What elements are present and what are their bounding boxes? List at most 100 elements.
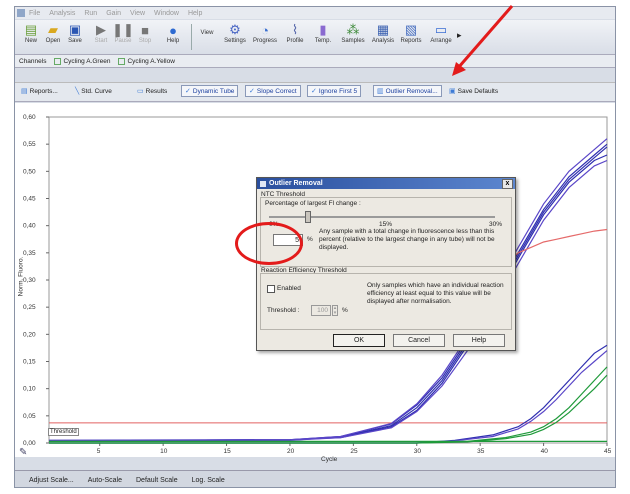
- y-tick-label: 0,10: [23, 386, 36, 393]
- x-tick-label: 40: [541, 448, 549, 455]
- menu-bar: File Analysis Run Gain View Window Help: [15, 7, 615, 19]
- toolbar-overflow-icon[interactable]: ▸: [457, 30, 462, 41]
- percent-unit: %: [307, 236, 313, 243]
- new-file-icon: ▤: [24, 22, 38, 37]
- dialog-icon: [260, 180, 266, 187]
- cancel-button[interactable]: Cancel: [393, 334, 445, 347]
- channels-bar: Channels Cycling A.Green Cycling A.Yello…: [15, 55, 615, 68]
- std-curve-action[interactable]: ╲ Std. Curve: [71, 85, 116, 97]
- enabled-checkbox[interactable]: [267, 285, 275, 293]
- x-tick-label: 20: [287, 448, 295, 455]
- analysis-button[interactable]: ▦ Analysis: [371, 22, 395, 44]
- reports-button[interactable]: ▧ Reports: [399, 22, 423, 44]
- ignore-first-action[interactable]: ✓ Ignore First 5: [307, 85, 362, 97]
- efficiency-description: Only samples which have an individual re…: [367, 282, 504, 305]
- x-tick-label: 35: [477, 448, 485, 455]
- progress-button[interactable]: ◔ Progress: [253, 22, 277, 45]
- tab-cycling-green[interactable]: Cycling A.Green: [54, 57, 110, 65]
- y-tick-label: 0,55: [23, 141, 36, 148]
- toggle-icon: ✓: [249, 88, 255, 95]
- y-tick-label: 0,30: [23, 277, 36, 284]
- y-tick-label: 0,05: [23, 413, 36, 420]
- profile-button[interactable]: ⌇ Profile: [283, 22, 307, 44]
- view-button[interactable]: View: [195, 30, 219, 36]
- auto-scale-button[interactable]: Auto-Scale: [88, 477, 122, 484]
- samples-icon: ⁂: [346, 22, 360, 37]
- dialog-title: Outlier Removal: [269, 180, 323, 187]
- settings-button[interactable]: ⚙ Settings: [223, 22, 247, 44]
- save-disk-icon: ▣: [68, 22, 82, 37]
- progress-icon: ◔: [261, 22, 269, 38]
- scale-bar: Adjust Scale... Auto-Scale Default Scale…: [15, 470, 615, 487]
- threshold-input[interactable]: 100: [311, 305, 331, 316]
- settings-icon: ⚙: [229, 22, 241, 37]
- x-axis-label: Cycle: [321, 456, 338, 463]
- save-disk-icon: ▣: [449, 88, 456, 95]
- adjust-scale-button[interactable]: Adjust Scale...: [29, 477, 74, 484]
- curve-icon: ╲: [75, 88, 80, 95]
- tab-cycling-yellow[interactable]: Cycling A.Yellow: [118, 57, 175, 65]
- ok-button[interactable]: OK: [333, 334, 385, 347]
- menu-run[interactable]: Run: [84, 10, 97, 17]
- channel-check-icon: [118, 57, 126, 65]
- reports-icon: ▤: [21, 88, 28, 95]
- y-tick-label: 0,15: [23, 359, 36, 366]
- close-icon[interactable]: x: [502, 179, 513, 189]
- new-button[interactable]: ▤ New: [19, 22, 43, 44]
- menu-view[interactable]: View: [130, 10, 145, 17]
- y-tick-label: 0,40: [23, 223, 36, 230]
- zoom-icon[interactable]: ✎: [19, 447, 27, 458]
- x-tick-label: 25: [350, 448, 358, 455]
- open-button[interactable]: ▰ Open: [41, 22, 65, 44]
- ntc-slider-track[interactable]: [269, 216, 495, 218]
- ntc-slider-thumb[interactable]: [304, 211, 311, 223]
- help-button[interactable]: ● Help: [161, 22, 185, 45]
- threshold-label[interactable]: Threshold: [48, 428, 79, 436]
- default-scale-button[interactable]: Default Scale: [136, 477, 178, 484]
- channel-check-icon: [54, 57, 62, 65]
- slope-correct-action[interactable]: ✓ Slope Correct: [245, 85, 301, 97]
- menu-gain[interactable]: Gain: [106, 10, 121, 17]
- save-button[interactable]: ▣ Save: [63, 22, 87, 44]
- stop-button[interactable]: ■ Stop: [133, 22, 157, 45]
- dialog-title-bar: Outlier Removal x: [257, 178, 515, 189]
- toolbar-separator: [191, 24, 192, 50]
- y-tick-label: 0,50: [23, 168, 36, 175]
- threshold-spinner[interactable]: ▴ ▾: [332, 305, 338, 316]
- analysis-action-bar: ▤ Reports... ╲ Std. Curve ▭ Results ✓ Dynami…: [15, 82, 615, 102]
- dynamic-tube-action[interactable]: ✓ Dynamic Tube: [181, 85, 239, 97]
- pause-icon: ❚❚: [112, 22, 134, 37]
- menu-help[interactable]: Help: [188, 10, 202, 17]
- start-button[interactable]: ▶ Start: [89, 22, 113, 44]
- arrange-icon: ▭: [434, 22, 448, 37]
- pause-button[interactable]: ❚❚ Pause: [111, 22, 135, 44]
- toggle-icon: ✓: [185, 88, 191, 95]
- outlier-removal-action[interactable]: ▥ Outlier Removal...: [373, 85, 442, 97]
- menu-window[interactable]: Window: [154, 10, 179, 17]
- main-toolbar: ▤ New ▰ Open ▣ Save ▶ Start ❚❚ Pause ■ Stop ● H…: [15, 20, 615, 55]
- channels-label: Channels: [19, 57, 47, 65]
- threshold-unit: %: [342, 307, 348, 314]
- highlight-circle: [235, 222, 303, 265]
- help-icon: ●: [169, 22, 177, 38]
- save-defaults-action[interactable]: ▣ Save Defaults: [445, 85, 502, 97]
- menu-analysis[interactable]: Analysis: [49, 10, 75, 17]
- log-scale-button[interactable]: Log. Scale: [192, 477, 225, 484]
- temp-button[interactable]: ▮ Temp.: [311, 22, 335, 44]
- play-icon: ▶: [96, 22, 106, 37]
- x-tick-label: 45: [604, 448, 612, 455]
- threshold-field-label: Threshold :: [267, 307, 300, 314]
- reports-action[interactable]: ▤ Reports...: [17, 85, 62, 97]
- thermometer-icon: ▮: [319, 22, 327, 37]
- menu-file[interactable]: File: [29, 10, 40, 17]
- toggle-icon: ✓: [311, 88, 317, 95]
- results-icon: ▭: [137, 88, 144, 95]
- y-tick-label: 0,45: [23, 196, 36, 203]
- y-tick-label: 0,00: [23, 440, 36, 447]
- samples-button[interactable]: ⁂ Samples: [341, 22, 365, 44]
- arrange-button[interactable]: ▭ Arrange: [429, 22, 453, 44]
- ntc-caption: Percentage of largest Fl change :: [265, 200, 361, 207]
- help-button[interactable]: Help: [453, 334, 505, 347]
- results-action[interactable]: ▭ Results: [133, 85, 171, 97]
- ntc-description: Any sample with a total change in fluore…: [319, 228, 495, 251]
